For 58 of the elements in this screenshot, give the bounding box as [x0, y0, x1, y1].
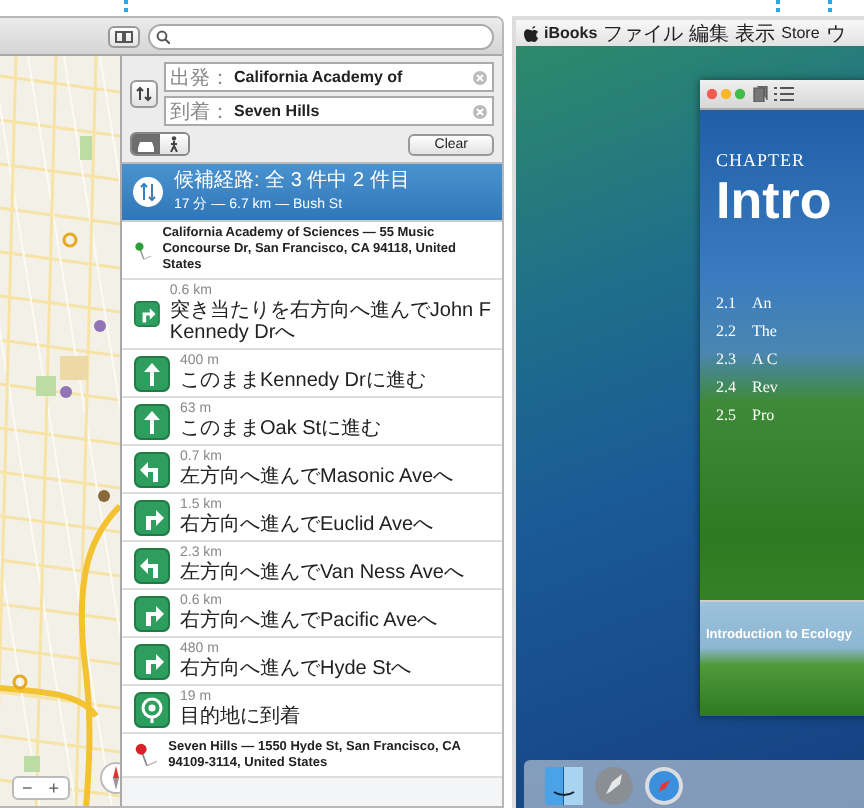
section-title[interactable]: An: [752, 294, 772, 312]
step-instruction: 目的地に到着: [180, 706, 300, 728]
compass-icon[interactable]: [644, 766, 684, 806]
step-instruction: このままOak Stに進む: [180, 418, 382, 440]
step-instruction: 右方向へ進んでPacific Aveへ: [180, 610, 438, 632]
section-number: 2.3: [716, 350, 736, 368]
step-instruction: このままKennedy Drに進む: [180, 370, 426, 392]
swap-button[interactable]: [130, 80, 158, 108]
menu-item[interactable]: Store: [781, 24, 820, 42]
chapter-title: Intro: [716, 170, 834, 230]
clear-field-icon[interactable]: [472, 69, 488, 85]
end-pin-icon: [134, 738, 159, 772]
window-controls-icon[interactable]: [706, 88, 746, 100]
library-icon[interactable]: [752, 86, 768, 102]
section-number: 2.5: [716, 406, 736, 424]
start-field[interactable]: 出発： California Academy of: [164, 62, 494, 92]
list-icon[interactable]: [774, 86, 794, 102]
step-instruction: 右方向へ進んでEuclid Aveへ: [180, 514, 434, 536]
menu-item[interactable]: 表示: [735, 20, 776, 47]
field-label: 到着：: [170, 99, 230, 125]
clear-field-icon[interactable]: [472, 103, 488, 119]
step-instruction: 右方向へ進んでHyde Stへ: [180, 658, 412, 680]
search-field[interactable]: [148, 23, 494, 49]
walking-mode-button[interactable]: [160, 134, 188, 154]
car-icon: [136, 137, 156, 151]
step-instruction: 左方向へ進んでVan Ness Aveへ: [180, 562, 464, 584]
pedestrian-icon: [166, 136, 182, 152]
field-value: California Academy of: [234, 68, 405, 86]
route-icon: [132, 176, 164, 208]
section-number: 2.2: [716, 322, 736, 340]
rocket-icon[interactable]: [594, 766, 634, 806]
section-title[interactable]: A C: [752, 350, 778, 368]
chapter-label: CHAPTER: [716, 150, 808, 170]
swap-arrows-icon: [134, 84, 154, 104]
apple-logo-icon[interactable]: [524, 24, 538, 42]
zoom-in-button[interactable]: +: [40, 778, 68, 798]
field-label: 出発：: [170, 65, 230, 91]
search-icon: [156, 29, 170, 43]
destination-field[interactable]: 到着： Seven Hills: [164, 96, 494, 126]
section-number: 2.1: [716, 294, 736, 312]
book-icon: [114, 29, 134, 43]
section-number: 2.4: [716, 378, 736, 396]
menu-item[interactable]: ファイル: [603, 20, 684, 47]
step-instruction: 突き当たりを右方向へ進んでJohn F Kennedy Drへ: [169, 300, 493, 344]
section-title[interactable]: The: [752, 322, 777, 340]
view-toggle-button[interactable]: [108, 25, 140, 47]
route-title: 候補経路: 全 3 件中 2 件目: [174, 170, 410, 194]
finder-icon[interactable]: [544, 766, 584, 806]
driving-mode-button[interactable]: [132, 134, 160, 154]
zoom-out-button[interactable]: −: [14, 778, 41, 798]
step-instruction: 左方向へ進んでMasonic Aveへ: [180, 466, 454, 488]
field-value: Seven Hills: [234, 102, 322, 120]
destination-sign-icon: [134, 691, 170, 727]
section-title[interactable]: Rev: [752, 378, 778, 396]
app-menu[interactable]: iBooks: [544, 24, 598, 42]
menu-item[interactable]: ウ: [825, 20, 846, 47]
menu-item[interactable]: 編集: [689, 20, 730, 47]
section-title[interactable]: Pro: [752, 406, 775, 424]
